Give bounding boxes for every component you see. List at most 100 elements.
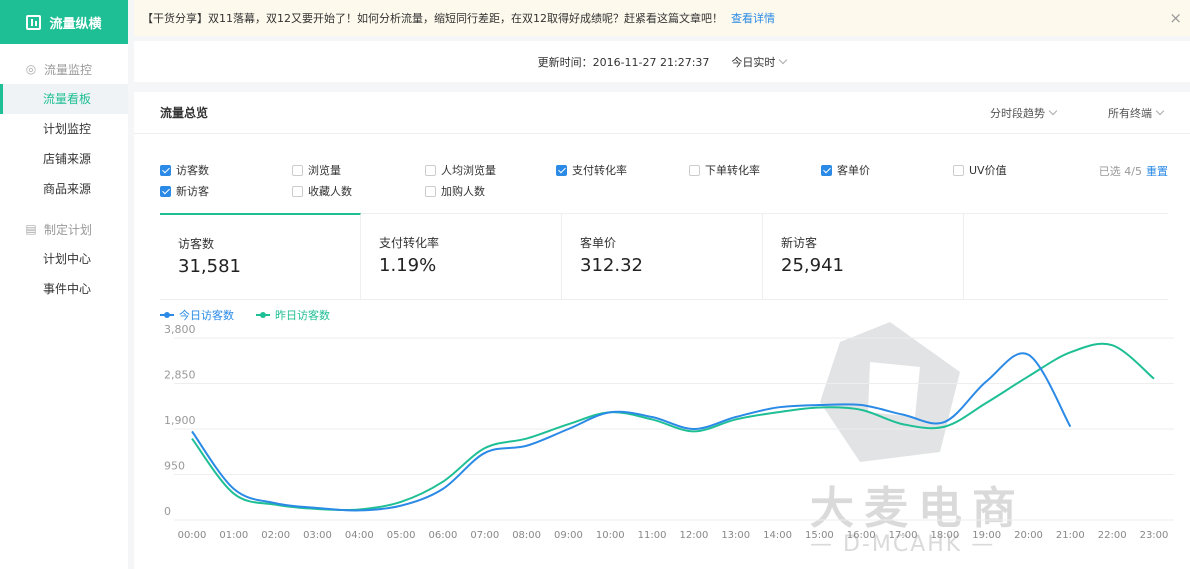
traffic-overview-panel: 流量总览 分时段趋势 所有终端 访客数 浏览量 人均浏览量 支付转化率 下单转化… xyxy=(134,92,1190,569)
x-tick-label: 13:00 xyxy=(721,530,750,541)
checkbox-label: 支付转化率 xyxy=(572,164,627,177)
sidebar-item-shop-source[interactable]: 店铺来源 xyxy=(0,144,128,174)
x-tick-label: 16:00 xyxy=(847,530,876,541)
close-icon[interactable]: × xyxy=(1169,9,1182,27)
visitor-line-chart: 0 950 1,900 2,850 3,800 00:00 01:00 02:00 03:00 0… xyxy=(164,323,1174,541)
legend-label: 昨日访客数 xyxy=(275,309,330,322)
x-tick-label: 18:00 xyxy=(930,530,959,541)
trend-label: 分时段趋势 xyxy=(990,106,1045,120)
x-tick-label: 03:00 xyxy=(303,530,332,541)
y-tick-label: 1,900 xyxy=(164,414,196,427)
sidebar-item-product-source[interactable]: 商品来源 xyxy=(0,174,128,204)
checkbox-label: 访客数 xyxy=(176,164,209,177)
sidebar-item-plan-monitor[interactable]: 计划监控 xyxy=(0,114,128,144)
chevron-down-icon xyxy=(1048,106,1058,115)
x-tick-label: 22:00 xyxy=(1098,530,1127,541)
metric-cards: 访客数 31,581 支付转化率 1.19% 客单价 312.32 新访客 25… xyxy=(160,213,1168,300)
eye-icon: ◎ xyxy=(25,62,37,76)
nav-group-monitor: ◎ 流量监控 xyxy=(0,54,128,84)
checkbox-label: 浏览量 xyxy=(308,164,341,177)
sidebar-item-plan-center[interactable]: 计划中心 xyxy=(0,244,128,274)
legend-marker xyxy=(160,312,174,318)
metric-card-visitors[interactable]: 访客数 31,581 xyxy=(160,213,361,299)
series-line-yesterday xyxy=(191,342,1155,512)
checkbox-visitors[interactable]: 访客数 xyxy=(160,162,209,178)
checkbox-box[interactable] xyxy=(425,164,436,176)
metric-card-unit-price[interactable]: 客单价 312.32 xyxy=(562,214,763,299)
x-tick-label: 07:00 xyxy=(470,530,499,541)
realtime-dropdown[interactable]: 今日实时 xyxy=(731,54,788,70)
checkbox-box[interactable] xyxy=(556,164,567,176)
notice-text: 【干货分享】双11落幕，双12又要开始了！如何分析流量，缩短同行差距，在双12取… xyxy=(142,12,723,25)
x-tick-label: 09:00 xyxy=(554,530,583,541)
update-bar: 更新时间：2016-11-27 21:27:37 今日实时 xyxy=(134,41,1190,82)
nav-group-title: 制定计划 xyxy=(44,222,93,237)
checkbox-pageviews[interactable]: 浏览量 xyxy=(292,162,341,178)
x-tick-label: 11:00 xyxy=(638,530,667,541)
x-tick-label: 02:00 xyxy=(261,530,290,541)
checkbox-label: 收藏人数 xyxy=(308,185,352,198)
x-tick-label: 21:00 xyxy=(1056,530,1085,541)
chart-icon xyxy=(26,14,42,30)
legend-today[interactable]: 今日访客数 xyxy=(160,307,234,323)
checkbox-box[interactable] xyxy=(292,185,303,197)
x-tick-label: 04:00 xyxy=(345,530,374,541)
checkbox-label: 客单价 xyxy=(837,164,870,177)
reset-link[interactable]: 重置 xyxy=(1146,165,1168,178)
checkbox-box[interactable] xyxy=(160,185,171,197)
nav-group-plan: ▤ 制定计划 xyxy=(0,214,128,244)
x-tick-label: 01:00 xyxy=(219,530,248,541)
terminal-dropdown[interactable]: 所有终端 xyxy=(1108,105,1165,121)
checkbox-favorites[interactable]: 收藏人数 xyxy=(292,183,352,199)
x-tick-label: 10:00 xyxy=(596,530,625,541)
checkbox-label: 新访客 xyxy=(176,185,209,198)
selection-info: 已选 4/5 重置 xyxy=(1099,163,1168,179)
metric-card-new-visitors[interactable]: 新访客 25,941 xyxy=(763,214,964,299)
y-tick-label: 0 xyxy=(164,505,171,518)
trend-dropdown[interactable]: 分时段趋势 xyxy=(990,105,1058,121)
notice-detail-link[interactable]: 查看详情 xyxy=(731,10,775,26)
terminal-label: 所有终端 xyxy=(1108,106,1152,120)
update-time: 更新时间：2016-11-27 21:27:37 xyxy=(537,55,710,69)
metric-checkboxes: 访客数 浏览量 人均浏览量 支付转化率 下单转化率 客单价 UV价值 新访客 收… xyxy=(160,162,1170,202)
brand-logo[interactable]: 流量纵横 xyxy=(0,0,128,44)
checkbox-box[interactable] xyxy=(292,164,303,176)
legend-marker xyxy=(256,312,270,318)
x-tick-label: 06:00 xyxy=(429,530,458,541)
metric-label: 访客数 xyxy=(178,237,215,251)
checkbox-label: 人均浏览量 xyxy=(441,164,496,177)
checkbox-order-conversion[interactable]: 下单转化率 xyxy=(689,162,760,178)
chart-legend: 今日访客数 昨日访客数 xyxy=(160,307,352,323)
chevron-down-icon xyxy=(1155,106,1165,115)
brand-title: 流量纵横 xyxy=(49,16,102,32)
metric-card-empty xyxy=(964,214,1165,299)
metric-card-pay-conversion[interactable]: 支付转化率 1.19% xyxy=(361,214,562,299)
legend-yesterday[interactable]: 昨日访客数 xyxy=(256,307,330,323)
checkbox-new-visitors[interactable]: 新访客 xyxy=(160,183,209,199)
x-tick-label: 05:00 xyxy=(387,530,416,541)
checkbox-avg-pageviews[interactable]: 人均浏览量 xyxy=(425,162,496,178)
checkbox-pay-conversion[interactable]: 支付转化率 xyxy=(556,162,627,178)
metric-value: 25,941 xyxy=(781,255,844,276)
series-line-today xyxy=(191,352,1072,512)
legend-label: 今日访客数 xyxy=(179,309,234,322)
checkbox-box[interactable] xyxy=(160,164,171,176)
x-tick-label: 19:00 xyxy=(972,530,1001,541)
checkbox-unit-price[interactable]: 客单价 xyxy=(821,162,870,178)
sidebar-item-traffic-board[interactable]: 流量看板 xyxy=(0,84,128,114)
checkbox-box[interactable] xyxy=(953,164,964,176)
metric-value: 312.32 xyxy=(580,255,643,276)
x-tick-label: 00:00 xyxy=(178,530,207,541)
x-tick-label: 14:00 xyxy=(763,530,792,541)
checkbox-uv-value[interactable]: UV价值 xyxy=(953,162,1007,178)
checkbox-box[interactable] xyxy=(425,185,436,197)
checkbox-box[interactable] xyxy=(689,164,700,176)
sidebar-item-event-center[interactable]: 事件中心 xyxy=(0,274,128,304)
x-tick-label: 08:00 xyxy=(512,530,541,541)
sidebar: 流量纵横 ◎ 流量监控 流量看板 计划监控 店铺来源 商品来源 ▤ 制定计划 计… xyxy=(0,0,128,569)
selection-count: 已选 4/5 xyxy=(1098,165,1142,178)
x-tick-label: 12:00 xyxy=(679,530,708,541)
x-tick-label: 15:00 xyxy=(805,530,834,541)
checkbox-box[interactable] xyxy=(821,164,832,176)
checkbox-add-cart[interactable]: 加购人数 xyxy=(425,183,485,199)
